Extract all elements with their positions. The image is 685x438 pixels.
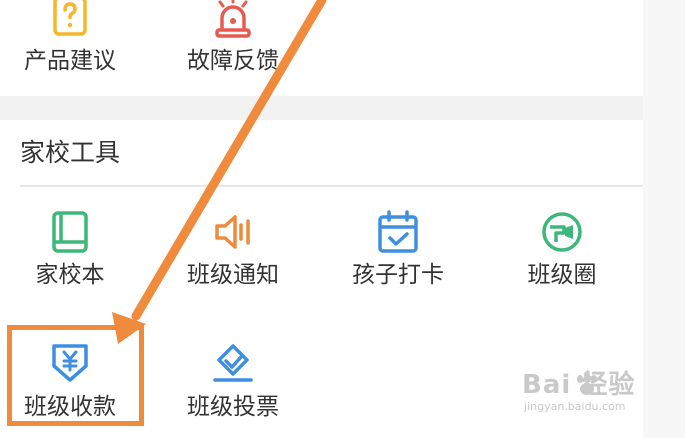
- class-notice-button[interactable]: 班级通知: [158, 208, 308, 290]
- section-title: 家校工具: [20, 138, 121, 167]
- section-divider: [0, 96, 643, 120]
- fault-feedback-button[interactable]: 故障反馈: [158, 0, 308, 76]
- class-vote-label: 班级投票: [187, 394, 279, 420]
- book-icon: [46, 208, 94, 256]
- baidu-jingyan-watermark: Bai 经验 jingyan.baidu.com: [522, 370, 657, 430]
- watermark-url: jingyan.baidu.com: [524, 400, 626, 413]
- megaphone-icon: [209, 208, 257, 256]
- fault-feedback-label: 故障反馈: [187, 48, 279, 74]
- class-circle-icon: [538, 208, 586, 256]
- class-circle-label: 班级圈: [527, 262, 597, 288]
- product-suggestion-label: 产品建议: [24, 48, 116, 74]
- product-suggestion-button[interactable]: 产品建议: [0, 0, 145, 76]
- highlight-box: [7, 325, 144, 426]
- calendar-check-icon: [374, 208, 422, 256]
- suggestion-icon: [46, 0, 94, 42]
- home-school-book-label: 家校本: [35, 262, 105, 288]
- child-checkin-label: 孩子打卡: [352, 262, 444, 288]
- paw-icon: [577, 371, 597, 395]
- vote-icon: [209, 340, 257, 388]
- alarm-icon: [209, 0, 257, 42]
- class-circle-button[interactable]: 班级圈: [487, 208, 637, 290]
- class-notice-label: 班级通知: [187, 262, 279, 288]
- section-underline: [20, 185, 643, 187]
- class-vote-button[interactable]: 班级投票: [158, 340, 308, 422]
- child-checkin-button[interactable]: 孩子打卡: [323, 208, 473, 290]
- home-school-book-button[interactable]: 家校本: [0, 208, 145, 290]
- page: 产品建议 故障反馈 家校工具 家校本 班级通知 孩子打卡 班级圈 班级收款 班级…: [0, 0, 685, 438]
